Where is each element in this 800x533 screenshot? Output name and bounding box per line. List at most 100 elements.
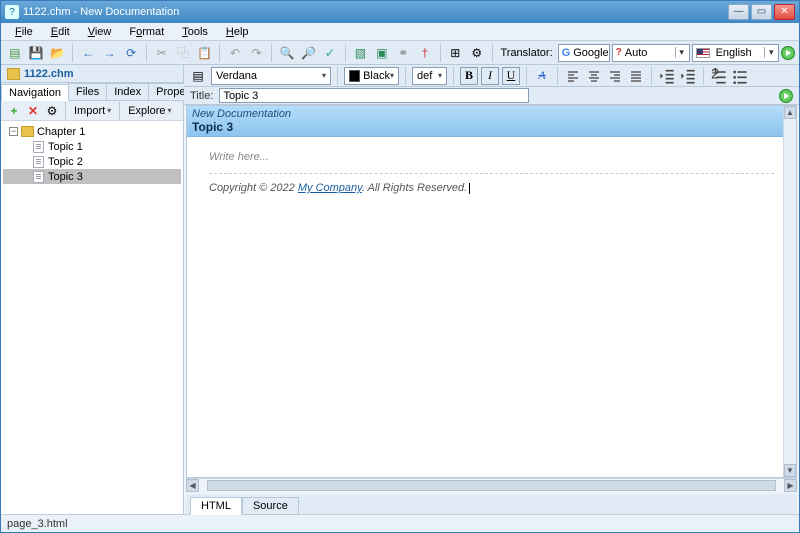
chevron-down-icon: ▾	[764, 47, 775, 58]
font-family-select[interactable]: Verdana▾	[211, 67, 331, 85]
maximize-button[interactable]: ▭	[751, 4, 772, 20]
collapse-icon[interactable]: −	[9, 127, 18, 136]
unordered-list-button[interactable]	[731, 67, 749, 85]
scroll-left-button[interactable]: ◀	[186, 479, 199, 492]
align-right-button[interactable]	[606, 67, 624, 85]
explore-dropdown[interactable]: Explore▾	[124, 105, 175, 117]
text-cursor	[469, 183, 470, 194]
media-button[interactable]: ▣	[372, 43, 391, 63]
company-link[interactable]: My Company	[298, 182, 362, 194]
refresh-button[interactable]: ⟳	[121, 43, 140, 63]
tab-source[interactable]: Source	[242, 497, 299, 515]
back-button[interactable]: ←	[78, 43, 97, 63]
indent-button[interactable]	[679, 67, 697, 85]
menu-view[interactable]: View	[80, 24, 120, 40]
page-title: Topic 3	[192, 120, 791, 134]
title-input[interactable]	[219, 88, 529, 103]
font-size-select[interactable]: def▾	[412, 67, 447, 85]
forward-button[interactable]: →	[100, 43, 119, 63]
settings-button[interactable]: ⚙	[467, 43, 486, 63]
image-button[interactable]: ▧	[351, 43, 370, 63]
translator-provider-select[interactable]: G Google ▾	[558, 44, 610, 62]
font-color-select[interactable]: Black▾	[344, 67, 399, 85]
outdent-button[interactable]	[658, 67, 676, 85]
app-icon: ?	[5, 5, 19, 19]
right-panel: ▤ Verdana▾ Black▾ def▾ B I U A	[184, 65, 799, 514]
format-toolbar: ▤ Verdana▾ Black▾ def▾ B I U A	[184, 65, 799, 87]
topic-tree[interactable]: − Chapter 1 Topic 1 Topic 2 T	[1, 121, 183, 514]
redo-button[interactable]: ↷	[247, 43, 266, 63]
clear-format-button[interactable]: A	[533, 67, 551, 85]
editor-area: New Documentation Topic 3 Write here... …	[186, 105, 797, 478]
undo-button[interactable]: ↶	[225, 43, 244, 63]
new-button[interactable]: ▤	[5, 43, 24, 63]
tab-html[interactable]: HTML	[190, 497, 242, 515]
flag-icon	[696, 48, 710, 58]
title-label: Title:	[190, 90, 213, 102]
tab-index[interactable]: Index	[106, 83, 149, 100]
bold-button[interactable]: B	[460, 67, 478, 85]
scroll-thumb[interactable]	[207, 480, 776, 491]
menu-bar: File Edit View Format Tools Help	[1, 23, 799, 41]
delete-button[interactable]: ✕	[24, 102, 42, 120]
table-button[interactable]: ⊞	[446, 43, 465, 63]
menu-tools[interactable]: Tools	[174, 24, 216, 40]
vertical-scrollbar[interactable]: ▲ ▼	[783, 106, 796, 477]
paste-button[interactable]: 📋	[195, 43, 214, 63]
title-bar: ? 1122.chm - New Documentation — ▭ ✕	[1, 1, 799, 23]
add-button[interactable]: +	[5, 102, 23, 120]
italic-button[interactable]: I	[481, 67, 499, 85]
side-toolbar: + ✕ ⚙ Import▾ Explore▾	[1, 101, 183, 121]
window-title: 1122.chm - New Documentation	[23, 6, 728, 18]
open-button[interactable]: 📂	[48, 43, 67, 63]
ordered-list-button[interactable]: 12	[710, 67, 728, 85]
placeholder-text: Write here...	[209, 151, 774, 163]
spell-button[interactable]: ✓	[320, 43, 339, 63]
scroll-down-button[interactable]: ▼	[784, 464, 796, 477]
align-center-button[interactable]	[585, 67, 603, 85]
translator-from-select[interactable]: ? Auto ▾	[612, 44, 690, 62]
tree-topic-3[interactable]: Topic 3	[3, 169, 181, 184]
cut-button[interactable]: ✂	[152, 43, 171, 63]
status-text: page_3.html	[7, 518, 68, 530]
menu-edit[interactable]: Edit	[43, 24, 78, 40]
tree-item-label: Topic 1	[48, 141, 83, 153]
editor-body[interactable]: Write here... Copyright © 2022 My Compan…	[187, 137, 796, 477]
title-go-button[interactable]	[779, 89, 793, 103]
menu-file[interactable]: File	[7, 24, 41, 40]
tab-navigation[interactable]: Navigation	[1, 84, 69, 101]
left-panel: 1122.chm Navigation Files Index Properti…	[1, 65, 184, 514]
chm-icon	[7, 68, 20, 80]
underline-button[interactable]: U	[502, 67, 520, 85]
minimize-button[interactable]: —	[728, 4, 749, 20]
page-icon	[33, 141, 44, 153]
close-button[interactable]: ✕	[774, 4, 795, 20]
translator-to-select[interactable]: English ▾	[692, 44, 780, 62]
replace-button[interactable]: 🔎	[299, 43, 318, 63]
horizontal-scrollbar[interactable]: ◀ ▶	[186, 478, 797, 492]
translate-go-button[interactable]	[781, 46, 795, 60]
link-button[interactable]: ⚭	[394, 43, 413, 63]
import-dropdown[interactable]: Import▾	[70, 105, 115, 117]
tree-chapter[interactable]: − Chapter 1	[3, 124, 181, 139]
find-button[interactable]: 🔍	[277, 43, 296, 63]
tree-topic-1[interactable]: Topic 1	[3, 139, 181, 154]
anchor-button[interactable]: †	[415, 43, 434, 63]
copy-button[interactable]: ⿻	[173, 43, 192, 63]
tab-files[interactable]: Files	[68, 83, 107, 100]
scroll-up-button[interactable]: ▲	[784, 106, 796, 119]
menu-format[interactable]: Format	[121, 24, 172, 40]
align-left-button[interactable]	[564, 67, 582, 85]
save-button[interactable]: 💾	[26, 43, 45, 63]
tree-topic-2[interactable]: Topic 2	[3, 154, 181, 169]
editor-header: New Documentation Topic 3	[187, 106, 796, 137]
align-justify-button[interactable]	[627, 67, 645, 85]
side-settings-button[interactable]: ⚙	[43, 102, 61, 120]
title-row: Title:	[184, 87, 799, 105]
menu-help[interactable]: Help	[218, 24, 257, 40]
style-sheet-button[interactable]: ▤	[188, 66, 208, 86]
tree-item-label: Topic 3	[48, 171, 83, 183]
scroll-right-button[interactable]: ▶	[784, 479, 797, 492]
project-tab[interactable]: 1122.chm	[1, 65, 183, 83]
main-toolbar: ▤ 💾 📂 ← → ⟳ ✂ ⿻ 📋 ↶ ↷ 🔍 🔎 ✓ ▧ ▣ ⚭ † ⊞ ⚙ …	[1, 41, 799, 65]
